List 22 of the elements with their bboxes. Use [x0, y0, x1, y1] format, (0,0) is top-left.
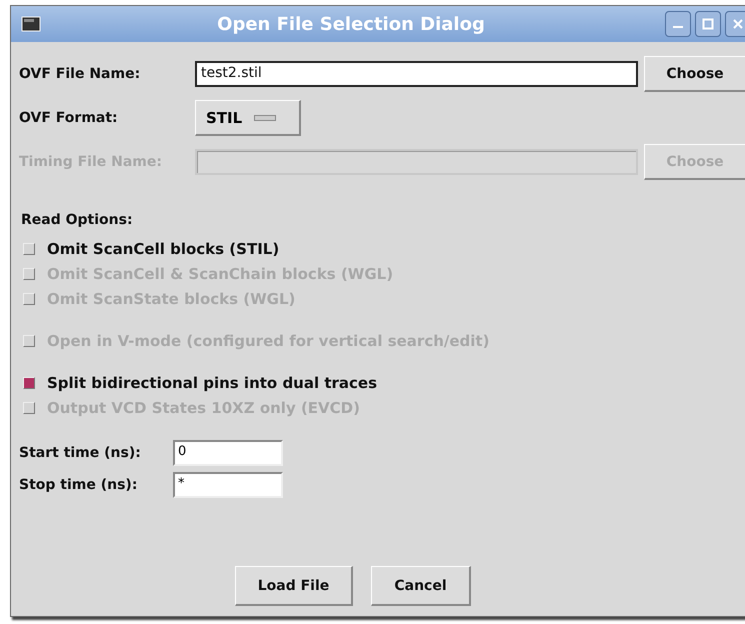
minimize-icon[interactable]: [665, 11, 691, 37]
field-label: Stop time (ns):: [19, 477, 138, 493]
field-label: Start time (ns):: [19, 445, 142, 461]
load-button[interactable]: Load File: [235, 566, 353, 606]
maximize-icon[interactable]: [695, 11, 721, 37]
choose-button[interactable]: Choose: [644, 56, 745, 92]
window-menu-icon[interactable]: [21, 16, 41, 32]
window-title: Open File Selection Dialog: [216, 14, 486, 34]
input-field[interactable]: 0: [173, 440, 283, 466]
close-icon[interactable]: [725, 11, 745, 37]
checkbox-label: Omit ScanCell blocks (STIL): [47, 240, 280, 258]
input-field[interactable]: test2.stil: [195, 61, 638, 87]
format-dropdown[interactable]: STIL: [195, 100, 301, 136]
field-label: OVF Format:: [19, 110, 119, 126]
cancel-button[interactable]: Cancel: [371, 566, 471, 606]
section-title: Read Options:: [21, 212, 134, 228]
input-field[interactable]: *: [173, 472, 283, 498]
checkbox[interactable]: [23, 242, 35, 254]
field-label: OVF File Name:: [19, 66, 142, 82]
checkbox-label: Split bidirectional pins into dual traces: [47, 374, 378, 392]
checkbox[interactable]: [23, 376, 35, 388]
option-menu-icon: [254, 114, 276, 120]
